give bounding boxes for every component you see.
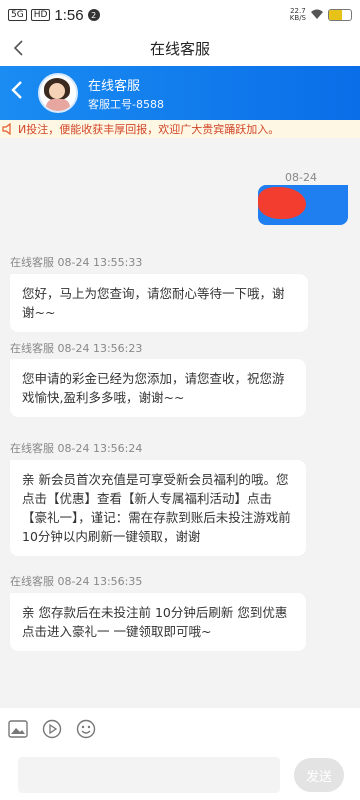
composer-toolbar [0, 708, 360, 750]
hd-indicator: HD [30, 9, 51, 21]
send-button[interactable]: 发送 [294, 758, 344, 792]
announcement-text: И投注，便能收获丰厚回报，欢迎广大贵宾踊跃加入。 [18, 123, 280, 136]
emoji-icon[interactable] [76, 719, 96, 739]
sent-message-bubble [258, 185, 348, 225]
agent-back-icon[interactable] [10, 79, 30, 107]
received-message-bubble: 您好，马上为您查询，请您耐心等待一下哦，谢谢~~ [10, 274, 308, 332]
notification-badge: 2 [87, 9, 100, 21]
avatar [38, 73, 78, 113]
message-sender: 在线客服 08-24 13:56:23 [10, 342, 143, 355]
clock: 1:56 [54, 6, 84, 24]
received-message-bubble: 您申请的彩金已经为您添加，请您查收，祝您游戏愉快,盈利多多哦，谢谢~~ [10, 359, 306, 417]
network-speed-unit: KB/S [289, 14, 306, 22]
agent-id: 客服工号-8588 [88, 97, 164, 111]
agent-header: 在线客服 客服工号-8588 [0, 66, 360, 120]
agent-name: 在线客服 [88, 78, 141, 94]
announcement-bar: И投注，便能收获丰厚回报，欢迎广大贵宾踊跃加入。 [0, 120, 360, 138]
battery-icon [328, 9, 352, 21]
image-icon[interactable] [8, 719, 28, 739]
network-speed: 22.7 KB/S [290, 8, 306, 22]
message-input[interactable] [18, 757, 280, 793]
page-title: 在线客服 [149, 39, 210, 58]
nav-bar: 在线客服 [0, 30, 360, 66]
message-sender: 在线客服 08-24 13:56:35 [10, 575, 143, 588]
speaker-icon [2, 122, 16, 136]
redacted-content [258, 187, 306, 219]
battery-level-fill [329, 10, 343, 20]
back-arrow-icon[interactable] [12, 38, 24, 62]
play-icon[interactable] [42, 719, 62, 739]
message-sender: 在线客服 08-24 13:56:24 [10, 442, 143, 455]
received-message-bubble: 亲 新会员首次充值是可享受新会员福利的哦。您点击【优惠】查看【新人专属福利活动】… [10, 460, 306, 556]
status-bar: 5G HD 1:56 2 22.7 KB/S [0, 0, 360, 30]
message-sender: 在线客服 08-24 13:55:33 [10, 256, 143, 269]
chat-area[interactable]: 08-24 13:55:15 在线客服 08-24 13:55:33 您好，马上… [0, 138, 360, 706]
received-message-bubble: 亲 您存款后在未投注前 10分钟后刷新 您到优惠点击进入豪礼一 一键领取即可哦~ [10, 593, 306, 651]
network-indicator: 5G [8, 9, 27, 21]
wifi-icon [310, 8, 324, 23]
composer-input-row: 发送 [0, 750, 360, 800]
